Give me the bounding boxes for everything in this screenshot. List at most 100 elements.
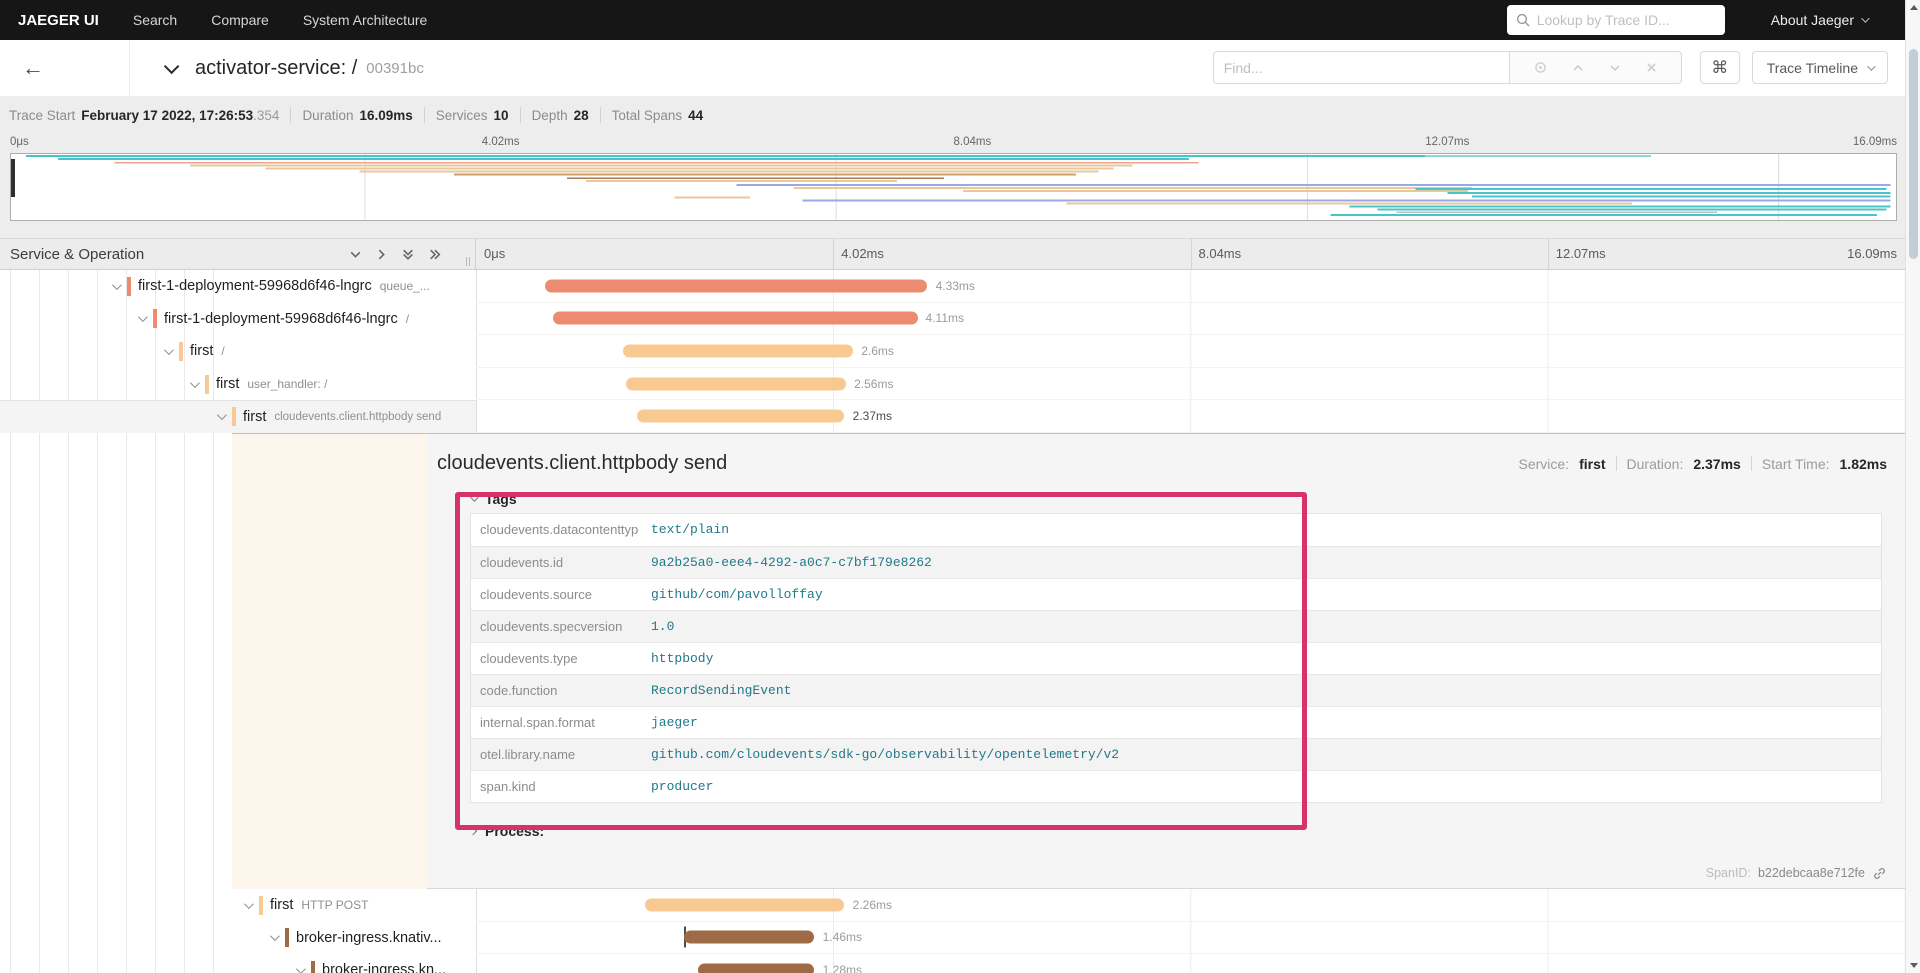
nav-right-group: About Jaeger xyxy=(1506,5,1870,35)
find-input[interactable] xyxy=(1212,51,1510,84)
divider xyxy=(519,107,521,123)
service-color-chip xyxy=(179,341,183,361)
span-bar-cell[interactable]: 2.6ms xyxy=(476,335,1905,368)
span-tree-cell[interactable]: first-1-deployment-59968d6f46-lngrc queu… xyxy=(0,270,476,303)
trace-minimap: 0μs 4.02ms 8.04ms 12.07ms 16.09ms xyxy=(0,134,1905,238)
deep-link-icon[interactable] xyxy=(1872,866,1887,881)
tree-controls xyxy=(348,247,443,262)
collapse-all-icon[interactable] xyxy=(400,247,416,262)
tags-accordion: Tags cloudevents.datacontenttype text/pla… xyxy=(470,485,1882,803)
span-tree-cell[interactable]: first / xyxy=(0,335,476,368)
span-bar[interactable] xyxy=(684,930,815,944)
span-bar-cell[interactable]: 2.56ms xyxy=(476,368,1905,401)
trace-start-value: February 17 2022, 17:26:53 xyxy=(81,107,254,123)
chevron-down-icon[interactable] xyxy=(189,377,200,388)
trace-lookup-box[interactable] xyxy=(1506,5,1725,35)
jaeger-ui-logo[interactable]: JAEGER UI xyxy=(18,12,99,29)
span-bar-cell[interactable]: 4.11ms xyxy=(476,303,1905,336)
span-bar[interactable] xyxy=(623,344,854,358)
service-name: first-1-deployment-59968d6f46-lngrc xyxy=(164,310,398,327)
service-operation-label: Service & Operation xyxy=(10,245,145,263)
total-spans-value: 44 xyxy=(688,107,704,123)
column-resizer-handle[interactable] xyxy=(466,257,470,266)
trace-lookup-input[interactable] xyxy=(1536,12,1716,28)
divider xyxy=(290,107,292,123)
chevron-down-icon[interactable] xyxy=(163,345,174,356)
expand-all-icon[interactable] xyxy=(427,247,443,262)
tag-key: cloudevents.datacontenttype xyxy=(480,522,639,538)
trace-view-selector[interactable]: Trace Timeline xyxy=(1751,51,1888,84)
span-tree-cell[interactable]: first HTTP POST xyxy=(0,889,476,922)
expand-one-icon[interactable] xyxy=(374,247,389,262)
chevron-down-icon[interactable] xyxy=(243,898,254,909)
collapse-one-icon[interactable] xyxy=(348,247,363,262)
span-bar-cell[interactable]: 1.28ms xyxy=(476,954,1905,973)
keyboard-shortcuts-button[interactable]: ⌘ xyxy=(1699,51,1740,84)
span-bar[interactable] xyxy=(626,377,846,391)
chevron-down-icon[interactable] xyxy=(111,279,122,290)
nav-item-system-architecture[interactable]: System Architecture xyxy=(303,12,428,28)
nav-item-search[interactable]: Search xyxy=(133,12,177,28)
tag-key: cloudevents.type xyxy=(480,650,578,666)
back-button[interactable]: ← xyxy=(0,40,130,96)
span-bar[interactable] xyxy=(698,963,815,973)
span-row[interactable]: broker-ingress.knativ... 1.46ms xyxy=(0,922,1905,955)
span-tree-cell[interactable]: first cloudevents.client.httpbody send xyxy=(0,400,476,433)
scrollbar-up-arrow[interactable] xyxy=(1910,5,1918,10)
chevron-down-icon[interactable] xyxy=(269,931,280,942)
span-tree-cell[interactable]: broker-ingress.kn... xyxy=(0,954,476,973)
span-row[interactable]: first user_handler: / 2.56ms xyxy=(0,368,1905,401)
trace-start-ms: .354 xyxy=(253,107,280,123)
span-row[interactable]: first-1-deployment-59968d6f46-lngrc queu… xyxy=(0,270,1905,303)
span-duration-label: 4.11ms xyxy=(925,311,965,326)
process-accordion-header[interactable]: Process: xyxy=(468,817,1882,845)
span-tree-cell[interactable]: broker-ingress.knativ... xyxy=(0,922,476,955)
chevron-down-icon[interactable] xyxy=(216,410,227,421)
span-row-selected[interactable]: first cloudevents.client.httpbody send 2… xyxy=(0,400,1905,433)
minimap-drag-handle[interactable] xyxy=(11,159,15,197)
span-bar[interactable] xyxy=(637,409,845,423)
next-match-icon[interactable] xyxy=(1608,61,1622,75)
minimap-tick: 16.09ms xyxy=(1852,136,1897,148)
trace-header: ← activator-service: / 00391bc ⌘ Trace T… xyxy=(0,40,1905,96)
span-duration-label: 1.46ms xyxy=(822,930,863,945)
duration-value: 16.09ms xyxy=(359,107,413,123)
span-bar-cell[interactable]: 4.33ms xyxy=(476,270,1905,303)
service-name: first xyxy=(270,897,294,914)
span-row[interactable]: broker-ingress.kn... 1.28ms xyxy=(0,954,1905,973)
timeline-tick: 16.09ms xyxy=(1847,246,1897,261)
tag-row: cloudevents.id 9a2b25a0-eee4-4292-a0c7-c7… xyxy=(471,545,1881,578)
span-tree-cell[interactable]: first-1-deployment-59968d6f46-lngrc / xyxy=(0,303,476,336)
scrollbar-down-arrow[interactable] xyxy=(1910,963,1918,968)
scrollbar-thumb[interactable] xyxy=(1909,49,1918,259)
trace-stats-bar: Trace Start February 17 2022, 17:26:53 .… xyxy=(0,96,1905,134)
span-row[interactable]: first-1-deployment-59968d6f46-lngrc / 4.… xyxy=(0,303,1905,336)
minimap-canvas[interactable] xyxy=(10,153,1897,221)
span-bar-cell[interactable]: 2.26ms xyxy=(476,889,1905,922)
scrollbar[interactable] xyxy=(1905,0,1920,973)
span-bar[interactable] xyxy=(545,279,927,293)
span-bar[interactable] xyxy=(645,898,845,912)
tags-accordion-header[interactable]: Tags xyxy=(470,485,1882,513)
span-row[interactable]: first HTTP POST 2.26ms xyxy=(0,889,1905,922)
operation-name: queue_... xyxy=(379,279,430,294)
about-jaeger-menu[interactable]: About Jaeger xyxy=(1771,12,1870,28)
service-color-chip xyxy=(153,309,157,329)
service-label: Service: xyxy=(1518,455,1570,472)
prev-match-icon[interactable] xyxy=(1571,61,1585,75)
nav-item-compare[interactable]: Compare xyxy=(211,12,269,28)
focus-match-icon[interactable] xyxy=(1533,60,1548,75)
command-icon: ⌘ xyxy=(1711,57,1729,77)
span-bar-cell[interactable]: 1.46ms xyxy=(476,922,1905,955)
tag-row: cloudevents.datacontenttype text/plain xyxy=(471,513,1881,546)
clear-find-icon[interactable] xyxy=(1645,61,1658,74)
chevron-down-icon[interactable] xyxy=(295,964,306,973)
jaeger-trace-page: JAEGER UI Search Compare System Architec… xyxy=(0,0,1905,973)
chevron-down-icon[interactable] xyxy=(137,312,148,323)
trace-collapse-chevron-icon[interactable] xyxy=(163,58,180,74)
span-tree-cell[interactable]: first user_handler: / xyxy=(0,368,476,401)
span-bar-cell[interactable]: 2.37ms xyxy=(476,400,1905,433)
service-color-chip xyxy=(259,895,263,915)
span-bar[interactable] xyxy=(553,311,918,325)
span-row[interactable]: first / 2.6ms xyxy=(0,335,1905,368)
